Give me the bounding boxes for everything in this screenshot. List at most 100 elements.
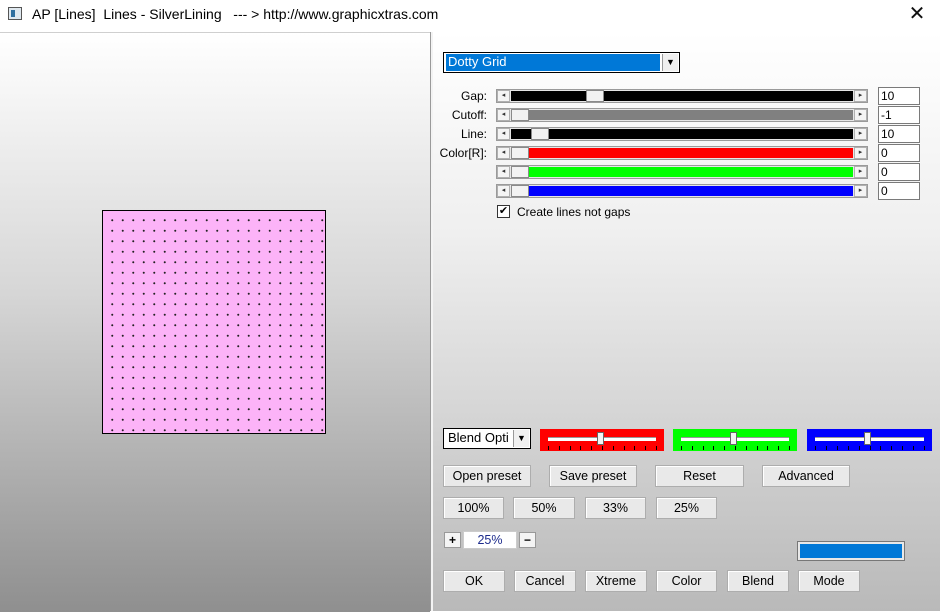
slider-tick (913, 446, 915, 450)
color-green-slider-fill (511, 167, 853, 177)
save-preset-button[interactable]: Save preset (549, 465, 637, 487)
color-red-value-field[interactable]: 0 (878, 144, 920, 162)
slider-tick (634, 446, 636, 450)
blend-blue-thumb[interactable] (864, 432, 872, 445)
preview-pattern-square (102, 210, 326, 434)
slider-tick (602, 446, 603, 450)
slider-tick (623, 446, 625, 450)
slider-tick (880, 446, 882, 450)
slider-tick (767, 446, 769, 450)
zoom-25-button[interactable]: 25% (656, 497, 717, 519)
xtreme-button[interactable]: Xtreme (585, 570, 647, 592)
slider-tick (745, 446, 747, 450)
slider-tick (724, 446, 726, 450)
scroll-right-icon[interactable]: ▸ (854, 147, 867, 159)
gap-value-field[interactable]: 10 (878, 87, 920, 105)
color-blue-slider-thumb[interactable] (511, 185, 529, 197)
create-lines-checkbox[interactable]: ✔ (497, 205, 510, 218)
line-value-field[interactable]: 10 (878, 125, 920, 143)
slider-tick (847, 446, 849, 450)
slider-tick (825, 446, 827, 450)
slider-tick (891, 446, 893, 450)
blend-green-slider[interactable] (673, 429, 797, 451)
ok-button[interactable]: OK (443, 570, 505, 592)
color-blue-value-field[interactable]: 0 (878, 182, 920, 200)
zoom-level-field[interactable]: 25% (463, 531, 517, 549)
color-green-value-field[interactable]: 0 (878, 163, 920, 181)
line-slider[interactable]: ◂ ▸ (496, 127, 868, 141)
mode-button[interactable]: Mode (798, 570, 860, 592)
slider-tick (902, 446, 904, 450)
window-title: AP [Lines] Lines - SilverLining --- > ht… (32, 6, 439, 22)
slider-tick (789, 446, 790, 450)
zoom-out-button[interactable]: − (519, 532, 536, 548)
app-icon (8, 7, 22, 20)
scroll-right-icon[interactable]: ▸ (854, 166, 867, 178)
color-green-slider-thumb[interactable] (511, 166, 529, 178)
zoom-in-button[interactable]: + (444, 532, 461, 548)
open-preset-button[interactable]: Open preset (443, 465, 531, 487)
scroll-left-icon[interactable]: ◂ (497, 90, 510, 102)
gap-slider-thumb[interactable] (585, 90, 604, 102)
slider-tick (735, 446, 736, 450)
cancel-button[interactable]: Cancel (514, 570, 576, 592)
blend-green-thumb[interactable] (729, 432, 737, 445)
preset-dropdown[interactable]: Dotty Grid ▼ (443, 52, 680, 73)
zoom-100-button[interactable]: 100% (443, 497, 504, 519)
scroll-left-icon[interactable]: ◂ (497, 185, 510, 197)
slider-tick (548, 446, 549, 450)
color-red-slider[interactable]: ◂ ▸ (496, 146, 868, 160)
color-swatch[interactable] (797, 541, 905, 561)
slider-tick (858, 446, 860, 450)
scroll-right-icon[interactable]: ▸ (854, 109, 867, 121)
scroll-left-icon[interactable]: ◂ (497, 109, 510, 121)
slider-tick (612, 446, 614, 450)
scroll-left-icon[interactable]: ◂ (497, 166, 510, 178)
slider-tick (681, 446, 682, 450)
zoom-33-button[interactable]: 33% (585, 497, 646, 519)
slider-tick (702, 446, 704, 450)
blend-button[interactable]: Blend (727, 570, 789, 592)
slider-tick (924, 446, 925, 450)
cutoff-value-field[interactable]: -1 (878, 106, 920, 124)
reset-button[interactable]: Reset (655, 465, 744, 487)
slider-tick (580, 446, 582, 450)
scroll-left-icon[interactable]: ◂ (497, 128, 510, 140)
slider-tick (815, 446, 816, 450)
color-green-slider[interactable]: ◂ ▸ (496, 165, 868, 179)
close-icon[interactable]: ✕ (904, 1, 930, 27)
slider-label-color-r: Color[R]: (439, 146, 487, 160)
title-bar: AP [Lines] Lines - SilverLining --- > ht… (0, 0, 940, 30)
preset-selected: Dotty Grid (446, 54, 660, 71)
blend-red-slider[interactable] (540, 429, 664, 451)
slider-tick (836, 446, 838, 450)
scroll-right-icon[interactable]: ▸ (854, 185, 867, 197)
cutoff-slider-thumb[interactable] (511, 109, 529, 121)
blend-options-dropdown[interactable]: Blend Opti ▼ (443, 428, 531, 449)
color-red-slider-fill (511, 148, 853, 158)
slider-tick (691, 446, 693, 450)
scroll-right-icon[interactable]: ▸ (854, 90, 867, 102)
slider-label-line: Line: (460, 127, 487, 141)
gap-slider[interactable]: ◂ ▸ (496, 89, 868, 103)
cutoff-slider[interactable]: ◂ ▸ (496, 108, 868, 122)
scroll-left-icon[interactable]: ◂ (497, 147, 510, 159)
color-blue-slider-fill (511, 186, 853, 196)
color-blue-slider[interactable]: ◂ ▸ (496, 184, 868, 198)
color-button[interactable]: Color (656, 570, 717, 592)
slider-tick (778, 446, 780, 450)
blend-selected: Blend Opti (448, 430, 509, 445)
gap-slider-fill (511, 91, 853, 101)
line-slider-thumb[interactable] (530, 128, 549, 140)
slider-label-gap: Gap: (460, 89, 487, 103)
blend-blue-slider[interactable] (807, 429, 932, 451)
slider-tick (656, 446, 657, 450)
scroll-right-icon[interactable]: ▸ (854, 128, 867, 140)
chevron-down-icon[interactable]: ▼ (662, 54, 678, 71)
blend-red-thumb[interactable] (596, 432, 604, 445)
advanced-button[interactable]: Advanced (762, 465, 850, 487)
chevron-down-icon[interactable]: ▼ (513, 430, 529, 447)
color-red-slider-thumb[interactable] (511, 147, 529, 159)
zoom-50-button[interactable]: 50% (513, 497, 575, 519)
cutoff-slider-fill (511, 110, 853, 120)
